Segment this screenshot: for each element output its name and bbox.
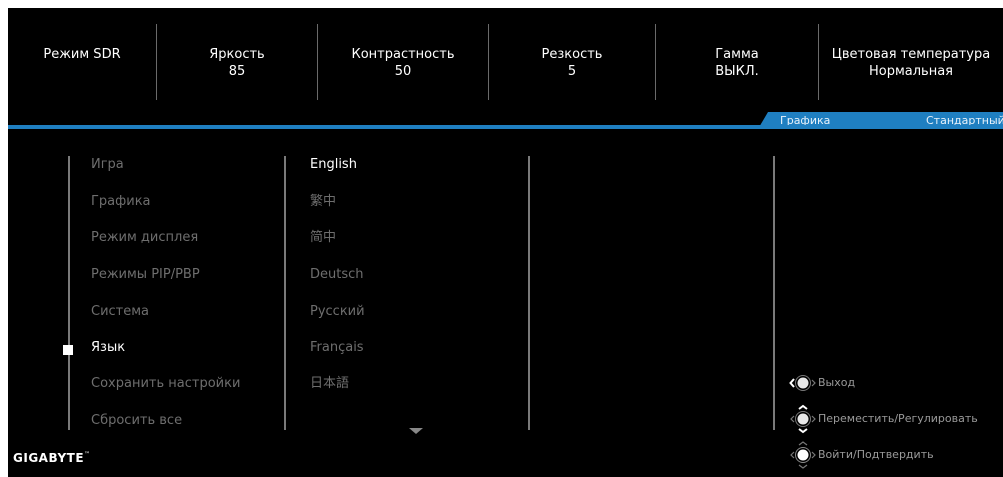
joystick-updown-icon [790, 404, 816, 434]
status-sharpness-value: 5 [567, 64, 577, 79]
gigabyte-logo: GIGABYTE™ [13, 451, 91, 465]
language-option-french[interactable]: Français [310, 340, 364, 356]
hint-exit-label: Выход [818, 376, 856, 389]
language-option-russian[interactable]: Русский [310, 304, 365, 320]
status-sharpness-label: Резкость [541, 47, 603, 62]
language-option-simplified-chinese[interactable]: 简中 [310, 230, 336, 246]
menu-item-picture[interactable]: Графика [91, 194, 151, 210]
column-divider [284, 156, 286, 430]
menu-item-reset-all[interactable]: Сбросить все [91, 413, 182, 429]
status-sdr-mode: Режим SDR [8, 46, 156, 63]
status-sdr-mode-label: Режим SDR [43, 47, 121, 62]
status-gamma-label: Гамма [715, 47, 759, 62]
column-divider [68, 156, 70, 430]
status-color-temperature: Цветовая температура Нормальная [819, 46, 1003, 80]
brand-trademark: ™ [84, 451, 91, 458]
status-contrast-value: 50 [394, 64, 412, 79]
menu-item-game[interactable]: Игра [91, 157, 124, 173]
status-contrast-label: Контрастность [351, 47, 455, 62]
status-gamma-value: ВЫКЛ. [715, 64, 759, 79]
menu-item-save-settings[interactable]: Сохранить настройки [91, 376, 240, 392]
status-gamma: Гамма ВЫКЛ. [656, 46, 818, 80]
menu-item-system[interactable]: Система [91, 304, 149, 320]
brand-name: GIGABYTE [13, 451, 85, 465]
column-divider [773, 156, 775, 430]
status-brightness-label: Яркость [209, 47, 265, 62]
menu-item-display-mode[interactable]: Режим дисплея [91, 230, 198, 246]
status-brightness: Яркость 85 [157, 46, 317, 80]
hint-move-adjust-label: Переместить/Регулировать [818, 412, 978, 425]
scroll-down-icon[interactable] [409, 428, 423, 434]
language-option-english[interactable]: English [310, 157, 357, 173]
menu-item-language[interactable]: Язык [91, 340, 125, 356]
status-contrast: Контрастность 50 [318, 46, 488, 80]
status-sharpness: Резкость 5 [489, 46, 655, 80]
language-option-german[interactable]: Deutsch [310, 267, 364, 283]
joystick-press-icon [790, 441, 816, 469]
column-divider [528, 156, 530, 430]
hint-enter-confirm-label: Войти/Подтвердить [818, 448, 934, 461]
joystick-left-icon [789, 375, 816, 391]
status-color-temperature-label: Цветовая температура [831, 47, 991, 62]
status-color-temperature-value: Нормальная [868, 64, 953, 79]
language-option-traditional-chinese[interactable]: 繁中 [310, 194, 336, 210]
header-divider [8, 125, 1003, 129]
osd-menu: Режим SDR Яркость 85 Контрастность 50 Ре… [8, 8, 1003, 477]
language-option-japanese[interactable]: 日本語 [310, 376, 349, 392]
status-brightness-value: 85 [228, 64, 246, 79]
menu-item-pip-pbp[interactable]: Режимы PIP/PBP [91, 267, 200, 283]
menu-selection-marker [63, 345, 73, 355]
